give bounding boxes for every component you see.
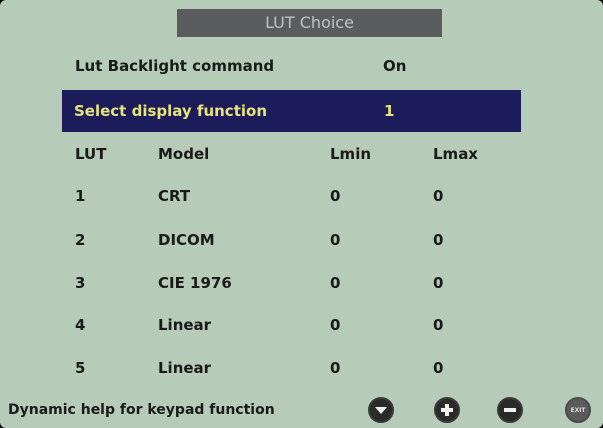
exit-key[interactable]: EXIT — [565, 397, 591, 423]
exit-icon: EXIT — [570, 406, 586, 414]
menu-title: LUT Choice — [177, 9, 442, 37]
lut-lmin: 0 — [330, 231, 341, 249]
keypad-help-text: Dynamic help for keypad function — [8, 402, 275, 418]
lut-model: Linear — [158, 316, 212, 334]
down-key[interactable] — [368, 397, 394, 423]
lut-lmin: 0 — [330, 187, 341, 205]
lut-lmax: 0 — [433, 316, 444, 334]
select-display-function-value: 1 — [384, 102, 395, 120]
down-icon — [375, 407, 387, 414]
lut-number: 5 — [75, 359, 86, 377]
header-model: Model — [158, 145, 210, 163]
lut-model: Linear — [158, 359, 212, 377]
select-display-function-row[interactable]: Select display function 1 — [62, 90, 521, 132]
lut-model: DICOM — [158, 231, 215, 249]
table-row[interactable]: 2 DICOM 0 0 — [0, 226, 603, 254]
table-header: LUT Model Lmin Lmax — [0, 140, 603, 168]
plus-icon — [441, 404, 453, 416]
lut-lmax: 0 — [433, 359, 444, 377]
header-lmax: Lmax — [433, 145, 478, 163]
lut-lmax: 0 — [433, 187, 444, 205]
backlight-command-row[interactable]: Lut Backlight command On — [0, 52, 603, 80]
backlight-command-value: On — [383, 57, 407, 75]
plus-key[interactable] — [434, 397, 460, 423]
table-row[interactable]: 4 Linear 0 0 — [0, 311, 603, 339]
lut-lmax: 0 — [433, 274, 444, 292]
lut-lmax: 0 — [433, 231, 444, 249]
header-lmin: Lmin — [330, 145, 372, 163]
table-row[interactable]: 3 CIE 1976 0 0 — [0, 269, 603, 297]
lut-number: 2 — [75, 231, 86, 249]
table-row[interactable]: 1 CRT 0 0 — [0, 182, 603, 210]
lut-lmin: 0 — [330, 316, 341, 334]
lut-number: 3 — [75, 274, 86, 292]
backlight-command-label: Lut Backlight command — [75, 57, 275, 75]
lut-lmin: 0 — [330, 274, 341, 292]
lut-model: CIE 1976 — [158, 274, 232, 292]
lut-lmin: 0 — [330, 359, 341, 377]
table-row[interactable]: 5 Linear 0 0 — [0, 354, 603, 382]
minus-key[interactable] — [497, 397, 523, 423]
lut-number: 4 — [75, 316, 86, 334]
osd-screen: LUT Choice Lut Backlight command On Sele… — [0, 0, 603, 428]
lut-model: CRT — [158, 187, 191, 205]
minus-icon — [504, 408, 516, 412]
header-lut: LUT — [75, 145, 107, 163]
select-display-function-label: Select display function — [74, 102, 267, 120]
lut-number: 1 — [75, 187, 86, 205]
